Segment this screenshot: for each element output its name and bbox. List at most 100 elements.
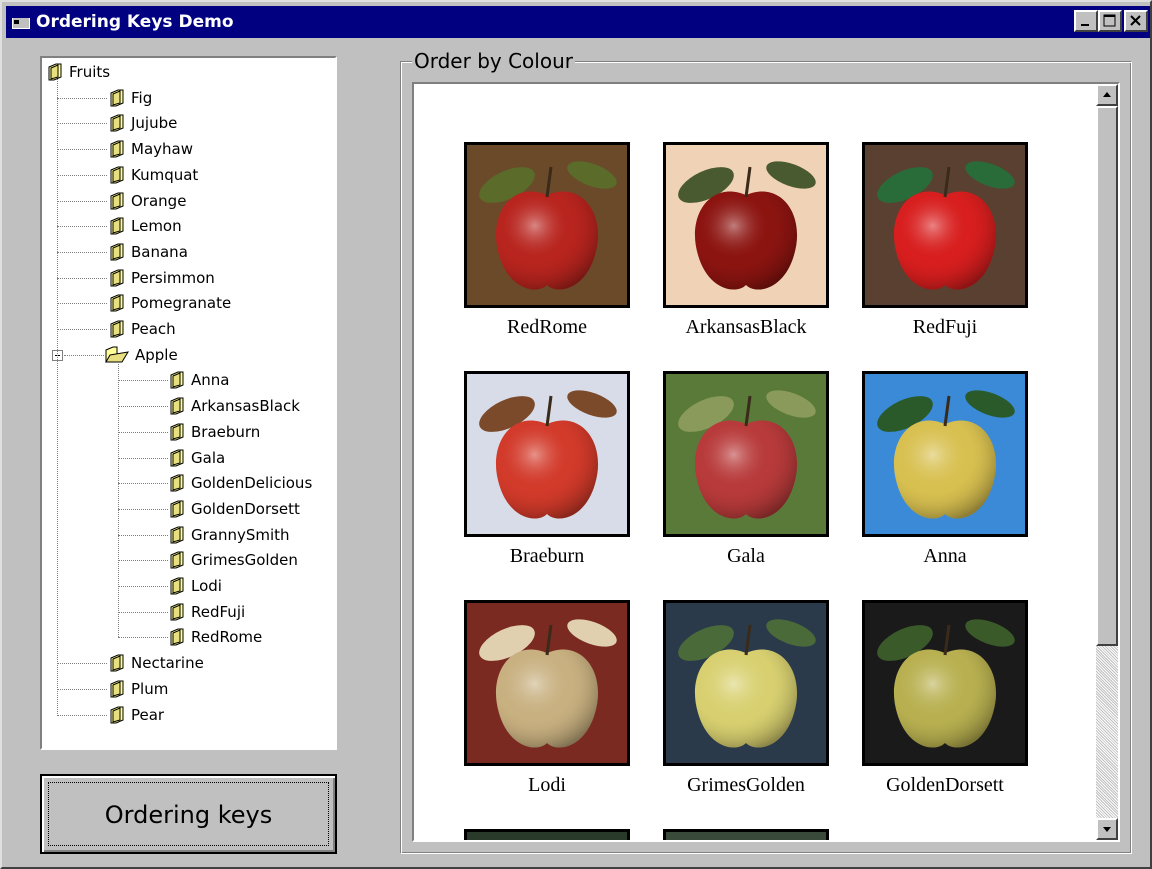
tree-item-label: Orange xyxy=(131,191,187,210)
apple-thumbnail-partial[interactable] xyxy=(464,829,630,840)
tree-item-fruits[interactable]: Fruits xyxy=(46,59,110,85)
apple-thumbnail-partial[interactable] xyxy=(663,829,829,840)
order-frame-label: Order by Colour xyxy=(412,49,575,73)
folder-icon xyxy=(110,217,124,235)
apple-thumbnail-grimesgolden[interactable] xyxy=(663,600,829,766)
tree-item-label: RedFuji xyxy=(191,602,246,621)
folder-icon xyxy=(110,654,124,672)
tree-connector xyxy=(118,457,168,459)
apple-caption: Gala xyxy=(727,545,765,567)
apple-photo xyxy=(666,374,826,534)
apple-thumbnail-braeburn[interactable] xyxy=(464,371,630,537)
folder-icon xyxy=(110,166,124,184)
minimize-button[interactable] xyxy=(1074,10,1098,32)
tree-item-redrome[interactable]: RedRome xyxy=(168,624,262,650)
scroll-down-button[interactable] xyxy=(1096,818,1118,840)
tree-item-arkansasblack[interactable]: ArkansasBlack xyxy=(168,393,300,419)
tree-item-label: Lemon xyxy=(131,217,182,236)
tree-item-gala[interactable]: Gala xyxy=(168,445,225,471)
tree-item-goldendorsett[interactable]: GoldenDorsett xyxy=(168,496,300,522)
folder-icon xyxy=(170,628,184,646)
tree-item-peach[interactable]: Peach xyxy=(108,316,176,342)
folder-icon xyxy=(170,551,184,569)
tree-item-goldendelicious[interactable]: GoldenDelicious xyxy=(168,470,312,496)
tree-item-grimesgolden[interactable]: GrimesGolden xyxy=(168,547,298,573)
tree-connector xyxy=(64,354,106,356)
tree-item-label: GrannySmith xyxy=(191,525,290,544)
tree-item-orange[interactable]: Orange xyxy=(108,188,186,214)
tree-item-persimmon[interactable]: Persimmon xyxy=(108,265,215,291)
tree-item-label: Fig xyxy=(131,88,153,107)
ordering-keys-label: Ordering keys xyxy=(104,801,273,829)
apple-thumbnail-goldendorsett[interactable] xyxy=(862,600,1028,766)
apple-photo xyxy=(666,603,826,763)
folder-icon xyxy=(170,474,184,492)
ordering-keys-button[interactable]: Ordering keys xyxy=(40,774,337,854)
apple-photo xyxy=(467,603,627,763)
tree-item-nectarine[interactable]: Nectarine xyxy=(108,650,204,676)
tree-item-label: Fruits xyxy=(69,63,111,81)
tree-connector xyxy=(57,97,107,99)
tree-item-redfuji[interactable]: RedFuji xyxy=(168,599,245,625)
folder-icon xyxy=(110,192,124,209)
tree-item-lodi[interactable]: Lodi xyxy=(168,573,222,599)
apple-thumbnail-arkansasblack[interactable] xyxy=(663,142,829,308)
gallery-scrollbar[interactable] xyxy=(1096,84,1118,840)
tree-item-banana[interactable]: Banana xyxy=(108,239,188,265)
apple-caption: Lodi xyxy=(528,774,566,796)
title-bar[interactable]: Ordering Keys Demo xyxy=(6,6,1150,38)
folder-icon xyxy=(110,269,124,287)
app-window-icon xyxy=(12,15,30,29)
apple-thumbnail-lodi[interactable] xyxy=(464,600,630,766)
tree-item-label: Mayhaw xyxy=(131,140,193,159)
tree-item-anna[interactable]: Anna xyxy=(168,367,229,393)
apple-caption: Anna xyxy=(923,545,967,567)
tree-item-apple[interactable]: Apple xyxy=(104,342,178,368)
apple-caption: RedRome xyxy=(507,316,587,338)
tree-connector xyxy=(57,663,107,665)
folder-icon xyxy=(110,114,124,132)
tree-item-braeburn[interactable]: Braeburn xyxy=(168,419,260,445)
maximize-button[interactable] xyxy=(1098,10,1122,32)
folder-icon xyxy=(110,89,124,107)
tree-item-label: GoldenDorsett xyxy=(191,499,300,518)
maximize-icon xyxy=(1103,14,1116,27)
folder-icon xyxy=(48,63,62,81)
tree-connector xyxy=(57,174,107,176)
app-window: Ordering Keys Demo Fruits Fig Jujube Mayhaw… xyxy=(0,0,1152,869)
tree-item-label: Persimmon xyxy=(131,268,215,287)
fruit-tree-view[interactable]: Fruits Fig Jujube Mayhaw Kumquat Orange Lemon B… xyxy=(40,56,337,750)
apple-caption: RedFuji xyxy=(912,316,978,338)
apple-thumbnail-gala[interactable] xyxy=(663,371,829,537)
apple-caption: ArkansasBlack xyxy=(685,316,807,338)
apple-thumbnail-anna[interactable] xyxy=(862,371,1028,537)
close-button[interactable] xyxy=(1124,10,1148,32)
tree-connector xyxy=(57,200,107,202)
apple-photo xyxy=(467,374,627,534)
window-controls xyxy=(1074,10,1148,34)
folder-icon xyxy=(110,320,124,338)
apple-thumbnail-redfuji[interactable] xyxy=(862,142,1028,308)
tree-connector xyxy=(118,361,119,638)
apple-gallery[interactable]: RedRome ArkansasBlack RedFuji Braeburn Gala A… xyxy=(412,82,1120,842)
tree-item-pomegranate[interactable]: Pomegranate xyxy=(108,290,231,316)
tree-connector xyxy=(118,431,168,433)
tree-item-lemon[interactable]: Lemon xyxy=(108,213,182,239)
tree-item-jujube[interactable]: Jujube xyxy=(108,110,177,136)
arrow-down-icon xyxy=(1103,827,1111,832)
close-icon xyxy=(1130,15,1141,26)
tree-item-pear[interactable]: Pear xyxy=(108,702,164,728)
folder-icon xyxy=(110,243,124,261)
apple-thumbnail-redrome[interactable] xyxy=(464,142,630,308)
tree-item-label: ArkansasBlack xyxy=(191,397,300,416)
tree-item-grannysmith[interactable]: GrannySmith xyxy=(168,522,290,548)
tree-item-plum[interactable]: Plum xyxy=(108,676,168,702)
tree-item-fig[interactable]: Fig xyxy=(108,85,152,111)
scroll-up-button[interactable] xyxy=(1096,84,1118,106)
tree-item-mayhaw[interactable]: Mayhaw xyxy=(108,136,193,162)
tree-item-kumquat[interactable]: Kumquat xyxy=(108,162,198,188)
tree-connector xyxy=(57,78,58,715)
scroll-thumb[interactable] xyxy=(1096,106,1118,646)
tree-connector xyxy=(57,303,107,305)
folder-icon xyxy=(170,397,184,415)
